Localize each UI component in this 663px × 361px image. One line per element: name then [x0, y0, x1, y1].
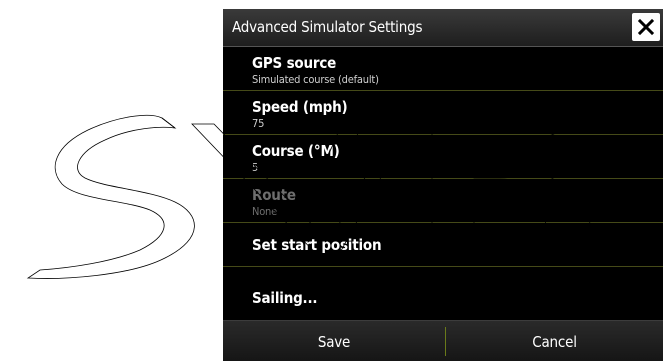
- setting-gps-source[interactable]: GPS source Simulated course (default): [223, 47, 663, 91]
- setting-label: Sailing...: [252, 289, 318, 307]
- setting-label: Speed (mph): [252, 98, 348, 116]
- setting-route: Route None: [223, 179, 663, 223]
- setting-value: 75: [252, 117, 265, 130]
- setting-value: 5: [252, 161, 259, 174]
- setting-speed[interactable]: Speed (mph) 75: [223, 91, 663, 135]
- setting-value: Simulated course (default): [252, 73, 379, 86]
- setting-label: Set start position: [252, 236, 382, 254]
- setting-label: GPS source: [252, 54, 337, 72]
- setting-label: Route: [252, 186, 296, 204]
- close-button[interactable]: [632, 13, 660, 41]
- close-icon: [637, 18, 655, 36]
- dialog-footer: Save Cancel: [223, 320, 663, 361]
- advanced-simulator-settings-dialog: Advanced Simulator Settings GPS source S…: [223, 9, 663, 361]
- setting-value: None: [252, 205, 278, 218]
- dialog-title: Advanced Simulator Settings: [232, 18, 423, 36]
- setting-set-start-position[interactable]: Set start position: [223, 223, 663, 267]
- dialog-titlebar: Advanced Simulator Settings: [223, 9, 663, 47]
- save-button[interactable]: Save: [223, 321, 445, 361]
- cancel-button[interactable]: Cancel: [446, 321, 663, 361]
- setting-label: Course (°M): [252, 142, 340, 160]
- settings-list: GPS source Simulated course (default) Sp…: [223, 47, 663, 317]
- setting-sailing[interactable]: Sailing...: [223, 267, 663, 317]
- setting-course[interactable]: Course (°M) 5: [223, 135, 663, 179]
